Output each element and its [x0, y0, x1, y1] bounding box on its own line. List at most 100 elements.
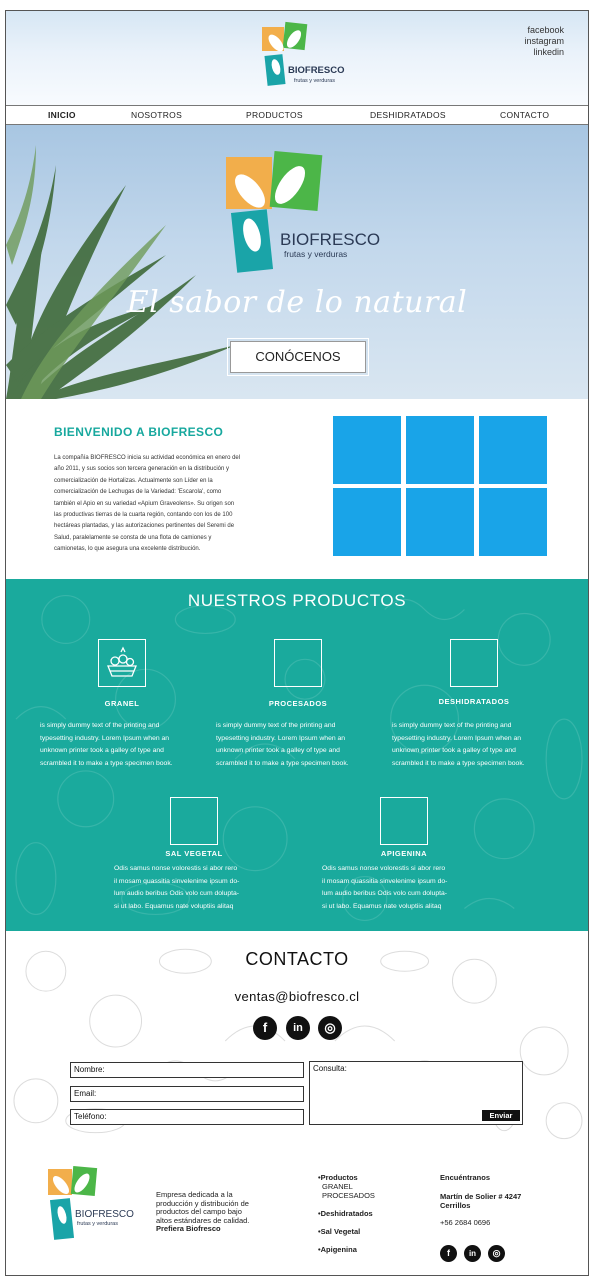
linkedin-link[interactable]: linkedin — [524, 47, 564, 58]
linkedin-icon[interactable]: in — [464, 1245, 481, 1262]
footer-link-procesados[interactable]: PROCESADOS — [318, 1191, 375, 1200]
welcome-text-line: comercialización de Hortalizas. Actualme… — [54, 477, 213, 484]
find-us-title: Encuéntranos — [440, 1173, 491, 1182]
contact-email[interactable]: ventas@biofresco.cl — [6, 989, 588, 1004]
phone-field[interactable]: Teléfono: — [70, 1109, 304, 1125]
instagram-link[interactable]: instagram — [524, 36, 564, 47]
brand-logo[interactable]: BIOFRESCO frutas y verduras — [254, 21, 349, 93]
svg-text:BIOFRESCO: BIOFRESCO — [75, 1209, 134, 1220]
product-desc-line: typesetting industry. Lorem Ipsum when a… — [216, 734, 346, 742]
footer-link-granel[interactable]: GRANEL — [318, 1182, 375, 1191]
product-name-deshidratados: DESHIDRATADOS — [438, 697, 510, 706]
footer-description: Empresa dedicada a la producción y distr… — [156, 1190, 280, 1234]
svg-text:frutas y verduras: frutas y verduras — [77, 1221, 118, 1227]
svg-text:frutas y verduras: frutas y verduras — [294, 78, 335, 84]
instagram-icon[interactable]: ◎ — [318, 1016, 342, 1040]
facebook-icon[interactable]: f — [253, 1016, 277, 1040]
product-desc-line: unknown printer took a galley of type an… — [40, 747, 164, 754]
welcome-section: BIENVENIDO A BIOFRESCO La compañía BIOFR… — [6, 399, 588, 579]
welcome-text-line: también el Apio en su variedad «Apium Gr… — [54, 500, 235, 507]
main-nav: INICIO NOSOTROS PRODUCTOS DESHIDRATADOS … — [6, 105, 588, 125]
product-desc-line: scrambled it to make a type specimen boo… — [392, 759, 525, 767]
nav-item-contacto[interactable]: CONTACTO — [500, 110, 549, 120]
product-desc-line: scrambled it to make a type specimen boo… — [216, 759, 349, 767]
product-desc-line: il mosam quassitia sinvelenime ipsum do- — [322, 877, 448, 885]
email-field[interactable]: Email: — [70, 1086, 304, 1102]
address-line-2: Cerrillos — [440, 1201, 471, 1210]
gallery-image[interactable] — [333, 488, 401, 556]
product-name-procesados: PROCESADOS — [268, 699, 328, 708]
welcome-text-line: año 2011, y sus socios son tercera gener… — [54, 466, 229, 473]
product-desc-line: scrambled it to make a type specimen boo… — [40, 759, 173, 767]
nav-item-inicio[interactable]: INICIO — [48, 110, 76, 120]
linkedin-icon[interactable]: in — [286, 1016, 310, 1040]
product-desc-line: is simply dummy text of the printing and — [392, 722, 512, 729]
product-desc-line: lum audio beribus Odis volo cum dolupta- — [114, 890, 240, 897]
product-desc-deshidratados: is simply dummy text of the printing and… — [392, 720, 556, 770]
product-desc-line: si ut labo. Equamus nate voluptiis alita… — [114, 902, 234, 910]
product-desc-line: Odis samus nonse volorestis si abor rero — [114, 865, 238, 872]
nav-item-deshidratados[interactable]: DESHIDRATADOS — [370, 110, 446, 120]
product-name-sal-vegetal: SAL VEGETAL — [165, 849, 223, 858]
top-header: BIOFRESCO frutas y verduras facebook ins… — [6, 11, 588, 105]
welcome-text-line: las productivas tierras de la cuarta reg… — [54, 512, 233, 519]
contact-section: CONTACTO ventas@biofresco.cl f in ◎ Nomb… — [6, 931, 588, 1147]
svg-text:BIOFRESCO: BIOFRESCO — [280, 230, 380, 249]
footer-brand-logo[interactable]: BIOFRESCO frutas y verduras — [44, 1165, 136, 1245]
footer-link-apigenina[interactable]: •Apigenina — [318, 1245, 375, 1254]
product-desc-line: typesetting industry. Lorem Ipsum when a… — [392, 734, 522, 742]
gallery-image[interactable] — [479, 488, 547, 556]
product-name-granel: GRANEL — [104, 699, 140, 708]
footer: BIOFRESCO frutas y verduras Empresa dedi… — [6, 1147, 588, 1275]
product-desc-granel: is simply dummy text of the printing and… — [40, 720, 204, 770]
facebook-icon[interactable]: f — [440, 1245, 457, 1262]
product-desc-line: typesetting industry. Lorem Ipsum when a… — [40, 734, 170, 742]
footer-link-sal-vegetal[interactable]: •Sal Vegetal — [318, 1227, 375, 1236]
product-desc-sal-vegetal: Odis samus nonse volorestis si abor rero… — [114, 863, 282, 913]
instagram-icon[interactable]: ◎ — [488, 1245, 505, 1262]
welcome-text-line: comercialización de Lechugas de la Varie… — [54, 489, 222, 496]
product-desc-apigenina: Odis samus nonse volorestis si abor rero… — [322, 863, 490, 913]
footer-slogan: Prefiera Biofresco — [156, 1224, 221, 1234]
welcome-title: BIENVENIDO A BIOFRESCO — [54, 425, 224, 439]
footer-link-productos[interactable]: •Productos — [318, 1173, 375, 1182]
name-field-label: Nombre: — [74, 1065, 105, 1074]
phone-field-label: Teléfono: — [74, 1112, 107, 1121]
footer-links: •Productos GRANEL PROCESADOS •Deshidrata… — [318, 1173, 375, 1254]
hero-banner: BIOFRESCO frutas y verduras El sabor de … — [6, 125, 588, 399]
send-button[interactable]: Enviar — [482, 1110, 520, 1121]
gallery-image[interactable] — [479, 416, 547, 484]
header-social-links: facebook instagram linkedin — [524, 25, 564, 58]
product-desc-line: il mosam quassitia sinvelenime ipsum do- — [114, 877, 240, 885]
products-title: NUESTROS PRODUCTOS — [187, 591, 407, 610]
gallery-image[interactable] — [406, 416, 474, 484]
phone-number[interactable]: +56 2684 0696 — [440, 1218, 521, 1227]
nav-item-productos[interactable]: PRODUCTOS — [246, 110, 303, 120]
gallery-image[interactable] — [333, 416, 401, 484]
contact-title: CONTACTO — [245, 949, 349, 969]
conocenos-button[interactable]: CONÓCENOS — [227, 338, 369, 376]
photo-gallery — [333, 416, 547, 556]
deshidratados-icon[interactable] — [450, 639, 498, 687]
svg-text:BIOFRESCO: BIOFRESCO — [288, 65, 344, 76]
product-name-apigenina: APIGENINA — [380, 849, 428, 858]
page: BIOFRESCO frutas y verduras facebook ins… — [5, 10, 589, 1276]
granel-icon[interactable] — [98, 639, 146, 687]
product-desc-line: is simply dummy text of the printing and — [40, 722, 160, 729]
apigenina-icon[interactable] — [380, 797, 428, 845]
facebook-link[interactable]: facebook — [524, 25, 564, 36]
footer-link-deshidratados[interactable]: •Deshidratados — [318, 1209, 375, 1218]
message-field-label: Consulta: — [313, 1064, 347, 1073]
product-desc-line: Odis samus nonse volorestis si abor rero — [322, 865, 446, 872]
products-section: NUESTROS PRODUCTOS GRANEL is simply dumm… — [6, 579, 588, 931]
name-field[interactable]: Nombre: — [70, 1062, 304, 1078]
sal-vegetal-icon[interactable] — [170, 797, 218, 845]
hero-tagline: El sabor de lo natural — [126, 285, 468, 320]
gallery-image[interactable] — [406, 488, 474, 556]
product-desc-procesados: is simply dummy text of the printing and… — [216, 720, 380, 770]
nav-item-nosotros[interactable]: NOSOTROS — [131, 110, 182, 120]
welcome-text-line: Salud, paralelamente se consta de una fl… — [54, 534, 212, 541]
product-desc-line: is simply dummy text of the printing and — [216, 722, 336, 729]
product-desc-line: unknown printer took a galley of type an… — [216, 747, 340, 754]
procesados-icon[interactable] — [274, 639, 322, 687]
